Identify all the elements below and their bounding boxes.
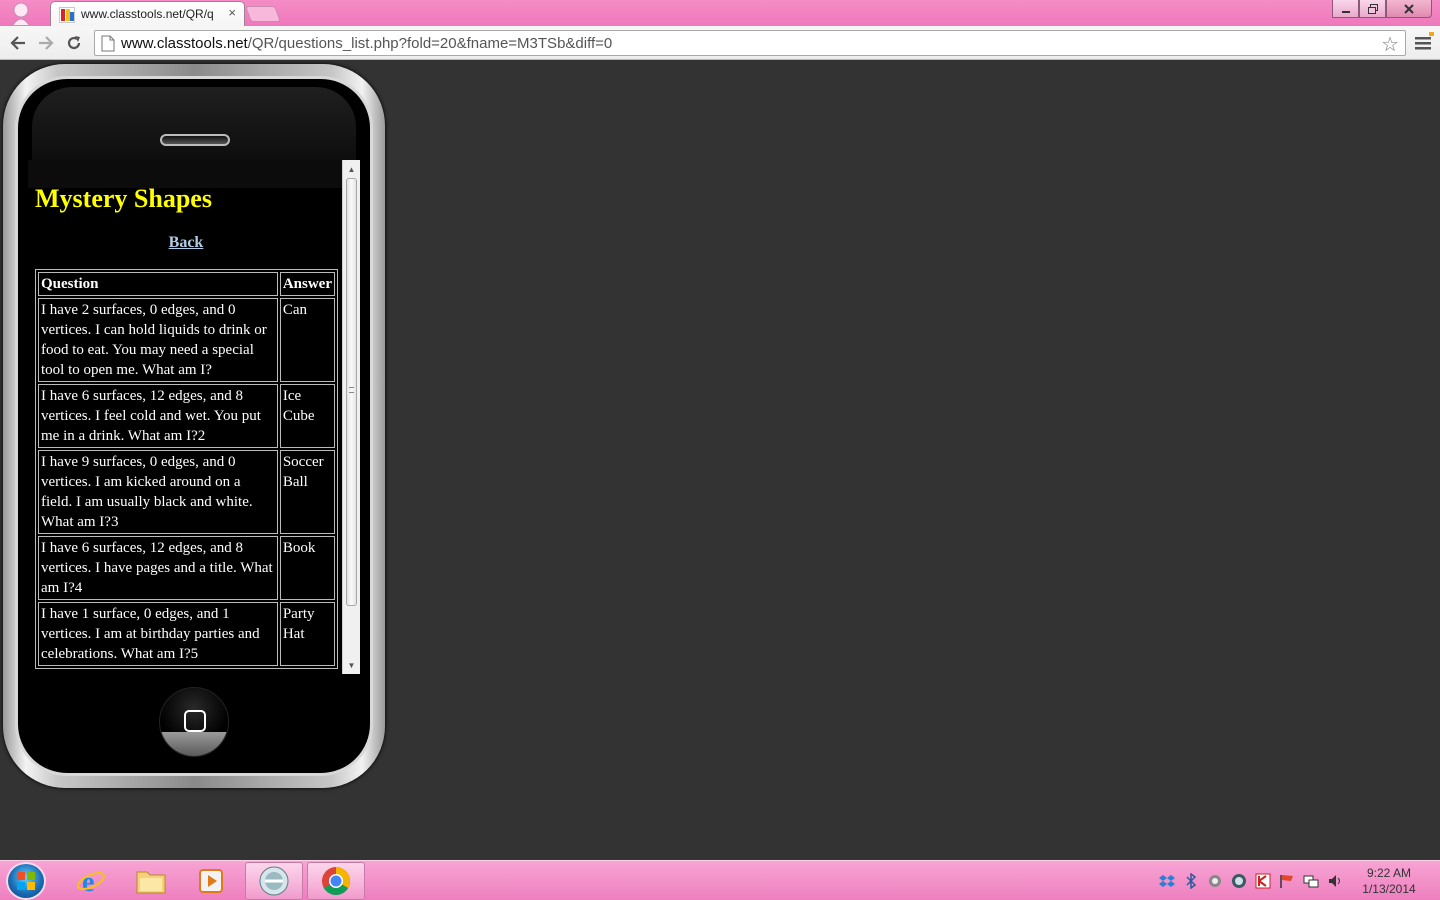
reload-icon (67, 36, 81, 50)
scroll-up-icon[interactable]: ▲ (343, 161, 360, 177)
answer-cell: Soccer Ball (279, 450, 335, 534)
answer-cell: Book (279, 536, 335, 600)
windows-logo-icon (17, 872, 35, 890)
page-title: Mystery Shapes (35, 184, 212, 213)
column-header-question: Question (38, 272, 278, 296)
address-bar[interactable]: www.classtools.net/QR/questions_list.php… (94, 30, 1406, 56)
forward-nav-button[interactable] (34, 31, 58, 55)
back-link[interactable]: Back (28, 234, 344, 252)
answer-cell: Can (279, 298, 335, 382)
phone-screen: Mystery Shapes Back Question Answer I ha… (28, 160, 360, 674)
question-cell: I have 2 surfaces, 0 edges, and 0 vertic… (38, 298, 278, 382)
tab-active[interactable]: www.classtools.net/QR/q × (50, 1, 245, 26)
browser-titlebar: www.classtools.net/QR/q × (0, 0, 1440, 26)
table-row: I have 2 surfaces, 0 edges, and 0 vertic… (38, 298, 335, 382)
table-row: I have 9 surfaces, 0 edges, and 0 vertic… (38, 450, 335, 534)
home-square-icon (184, 710, 206, 732)
network-icon[interactable] (1302, 872, 1320, 890)
question-cell: I have 1 surface, 0 edges, and 1 vertice… (38, 602, 278, 666)
taskbar-file-explorer[interactable] (122, 862, 180, 900)
browser-toolbar: www.classtools.net/QR/questions_list.php… (0, 26, 1440, 60)
arrow-left-icon (10, 36, 25, 50)
tab-title: www.classtools.net/QR/q (81, 7, 214, 21)
question-cell: I have 9 surfaces, 0 edges, and 0 vertic… (38, 450, 278, 534)
taskbar-clock[interactable]: 9:22 AM 1/13/2014 (1350, 865, 1428, 897)
clock-date: 1/13/2014 (1362, 882, 1416, 896)
questions-table: Question Answer I have 2 surfaces, 0 edg… (35, 269, 338, 669)
chrome-icon (322, 867, 350, 895)
answer-cell: Ice Cube (279, 384, 335, 448)
phone-speaker (160, 134, 230, 146)
reload-button[interactable] (62, 31, 86, 55)
window-controls (1332, 0, 1432, 18)
maximize-button[interactable] (1359, 0, 1386, 18)
question-cell: I have 6 surfaces, 12 edges, and 8 verti… (38, 536, 278, 600)
classtools-favicon-icon (59, 7, 75, 23)
column-header-answer: Answer (279, 272, 335, 296)
url-path: /QR/questions_list.php?fold=20&fname=M3T… (247, 35, 613, 52)
table-row: I have 6 surfaces, 12 edges, and 8 verti… (38, 384, 335, 448)
arrow-right-icon (39, 36, 54, 50)
antivirus-icon[interactable] (1254, 872, 1272, 890)
bluetooth-icon[interactable] (1182, 872, 1200, 890)
vertical-scrollbar[interactable]: ▲ ▼ (342, 160, 360, 674)
security-icon[interactable] (1230, 872, 1248, 890)
record-icon[interactable] (1206, 872, 1224, 890)
profile-icon[interactable] (10, 1, 32, 25)
back-nav-button[interactable] (6, 31, 30, 55)
close-icon (1404, 3, 1414, 14)
question-cell: I have 6 surfaces, 12 edges, and 8 verti… (38, 384, 278, 448)
close-window-button[interactable] (1386, 0, 1432, 18)
menu-icon[interactable] (1412, 32, 1434, 54)
phone-home-button[interactable] (159, 687, 229, 757)
bookmark-star-icon[interactable]: ☆ (1381, 32, 1399, 57)
page-icon (101, 35, 115, 52)
folder-icon (136, 871, 166, 894)
url-text: www.classtools.net/QR/questions_list.php… (121, 35, 612, 52)
minimize-icon (1341, 10, 1350, 13)
restore-icon (1367, 3, 1378, 14)
scrollbar-thumb[interactable] (346, 178, 357, 606)
taskbar-chrome[interactable] (307, 862, 365, 900)
taskbar-media-player[interactable] (182, 862, 240, 900)
table-row: I have 1 surface, 0 edges, and 1 vertice… (38, 602, 335, 666)
internet-explorer-icon: e (77, 867, 105, 896)
taskbar-internet-explorer[interactable]: e (62, 862, 120, 900)
scroll-down-icon[interactable]: ▼ (343, 657, 360, 673)
media-player-icon (199, 869, 223, 893)
flag-icon[interactable] (1278, 872, 1296, 890)
new-tab-button[interactable] (245, 6, 281, 22)
remote-desktop-icon (259, 866, 289, 896)
table-row: I have 6 surfaces, 12 edges, and 8 verti… (38, 536, 335, 600)
taskbar-remote-desktop[interactable] (245, 862, 303, 900)
tab-close-icon[interactable]: × (228, 5, 236, 20)
url-host: www.classtools.net (121, 35, 248, 52)
svg-text:e: e (82, 867, 94, 896)
system-tray (1158, 869, 1344, 893)
minimize-button[interactable] (1332, 0, 1359, 18)
taskbar: e 9:22 AM 1/13/2014 (0, 860, 1440, 900)
volume-icon[interactable] (1326, 872, 1344, 890)
answer-cell: Party Hat (279, 602, 335, 666)
table-header-row: Question Answer (38, 272, 335, 296)
clock-time: 9:22 AM (1366, 866, 1412, 880)
dropbox-icon[interactable] (1158, 872, 1176, 890)
start-button[interactable] (6, 862, 46, 900)
